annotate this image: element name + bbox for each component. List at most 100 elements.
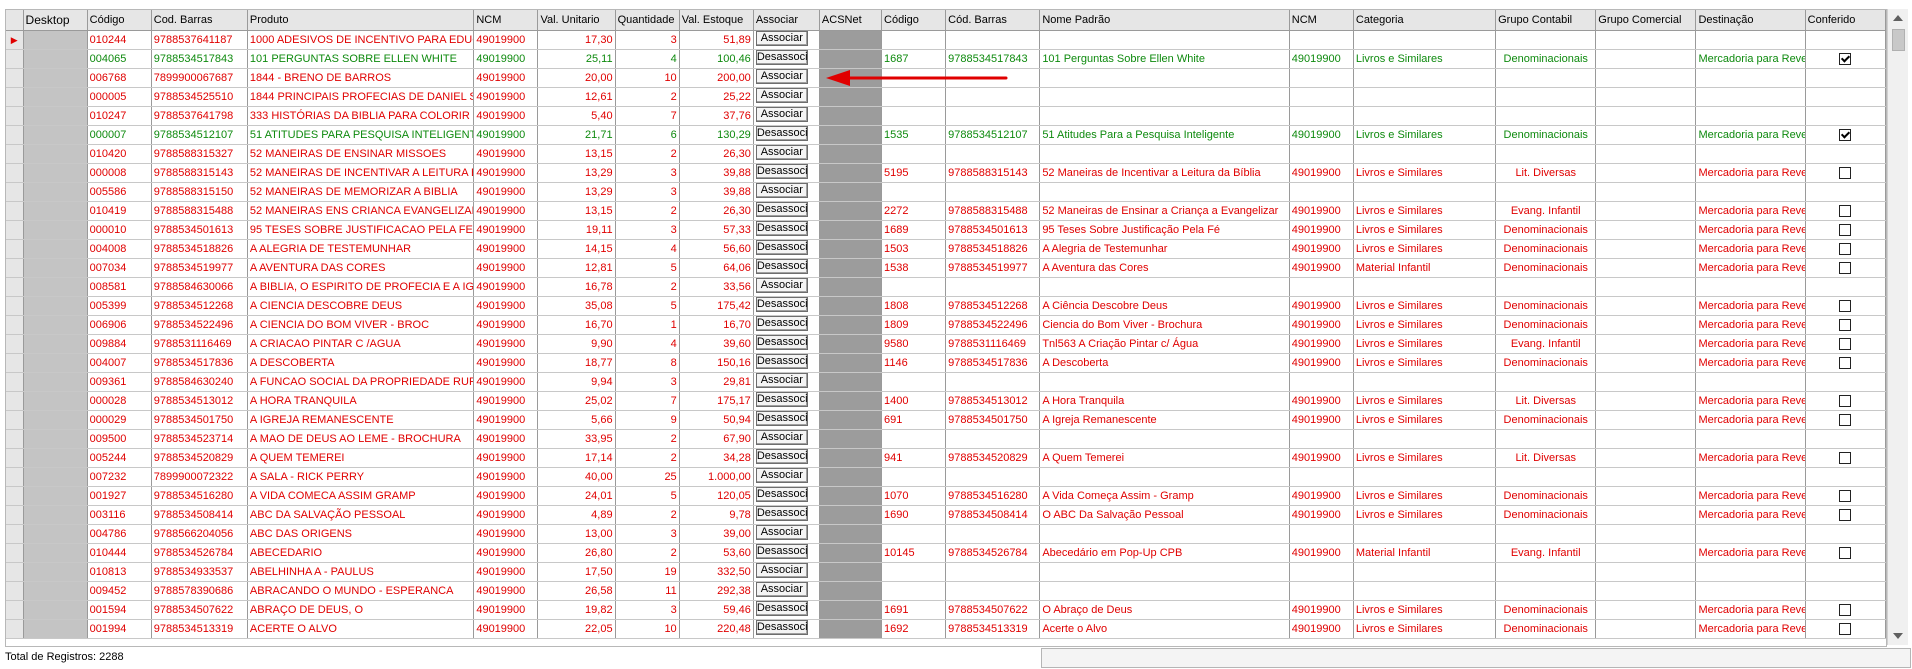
row-indicator[interactable] [6,543,24,563]
associar-button[interactable]: Associar [755,525,808,540]
col-header-categoria[interactable]: Categoria [1353,10,1497,31]
row-indicator[interactable] [6,334,24,354]
row-indicator[interactable] [6,182,24,202]
table-row[interactable]: 009452 9788578390686 ABRACANDO O MUNDO - E… [6,581,1886,601]
table-row[interactable]: 004065 9788534517843 101 PERGUNTAS SOBRE E… [6,49,1886,69]
row-indicator[interactable] [6,277,24,297]
products-grid[interactable]: Desktop Código Cod. Barras Produto NCM V… [5,9,1887,647]
col-header-conferido[interactable]: Conferido [1805,10,1886,31]
associar-button[interactable]: Associar [755,145,808,160]
table-row[interactable]: 010444 9788534526784 ABECEDARIO 49019900 26,… [6,543,1886,563]
row-indicator[interactable] [6,524,24,544]
row-indicator[interactable] [6,163,24,183]
table-row[interactable]: 001594 9788534507622 ABRAÇO DE DEUS, O 4901… [6,600,1886,620]
conferido-checkbox[interactable] [1839,623,1852,636]
table-row[interactable]: 010419 9788588315488 52 MANEIRAS ENS CRIAN… [6,201,1886,221]
table-row[interactable]: 009500 9788534523714 A MAO DE DEUS AO LEME… [6,429,1886,449]
table-row[interactable]: 005586 9788588315150 52 MANEIRAS DE MEMORI… [6,182,1886,202]
conferido-checkbox[interactable] [1839,53,1852,66]
conferido-checkbox[interactable] [1839,414,1852,427]
table-row[interactable]: 001994 9788534513319 ACERTE O ALVO 49019900… [6,619,1886,639]
table-row[interactable]: 000008 9788588315143 52 MANEIRAS DE INCENT… [6,163,1886,183]
table-row[interactable]: 009361 9788584630240 A FUNCAO SOCIAL DA PR… [6,372,1886,392]
col-header-produto[interactable]: Produto [247,10,475,31]
desassociar-button[interactable]: Desassociar [755,50,808,65]
col-header-associar[interactable]: Associar [753,10,820,31]
table-row[interactable]: 003116 9788534508414 ABC DA SALVAÇÃO PESSO… [6,505,1886,525]
conferido-checkbox[interactable] [1839,262,1852,275]
scrollbar-thumb[interactable] [1892,29,1905,51]
desassociar-button[interactable]: Desassociar [755,392,808,407]
desassociar-button[interactable]: Desassociar [755,297,808,312]
row-indicator[interactable] [6,315,24,335]
col-header-val-estoque[interactable]: Val. Estoque [679,10,754,31]
col-header-destinacao[interactable]: Destinação [1695,10,1806,31]
conferido-checkbox[interactable] [1839,395,1852,408]
row-indicator[interactable] [6,429,24,449]
desassociar-button[interactable]: Desassociar [755,202,808,217]
conferido-checkbox[interactable] [1839,300,1852,313]
associar-button[interactable]: Associar [755,69,808,84]
vertical-scrollbar[interactable] [1887,9,1908,645]
desassociar-button[interactable]: Desassociar [755,126,808,141]
row-indicator[interactable] [6,448,24,468]
row-indicator[interactable] [6,619,24,639]
desassociar-button[interactable]: Desassociar [755,316,808,331]
col-header-acsnet[interactable]: ACSNet [819,10,883,31]
associar-button[interactable]: Associar [755,582,808,597]
row-indicator[interactable] [6,505,24,525]
row-indicator[interactable] [6,486,24,506]
desassociar-button[interactable]: Desassociar [755,411,808,426]
col-header-codigo[interactable]: Código [87,10,152,31]
col-header-cod-barras[interactable]: Cod. Barras [151,10,248,31]
row-indicator[interactable] [6,87,24,107]
table-row[interactable]: 001927 9788534516280 A VIDA COMECA ASSIM G… [6,486,1886,506]
col-header-ncm-acsnet[interactable]: NCM [1289,10,1354,31]
desassociar-button[interactable]: Desassociar [755,164,808,179]
col-header-cod-barras-acsnet[interactable]: Cód. Barras [945,10,1041,31]
conferido-checkbox[interactable] [1839,357,1852,370]
row-indicator[interactable] [6,258,24,278]
table-row[interactable]: 000028 9788534513012 A HORA TRANQUILA 49019… [6,391,1886,411]
row-indicator[interactable]: ▶ [6,30,24,50]
row-indicator[interactable] [6,410,24,430]
conferido-checkbox[interactable] [1839,243,1852,256]
table-row[interactable]: 000007 9788534512107 51 ATITUDES PARA PESQ… [6,125,1886,145]
associar-button[interactable]: Associar [755,107,808,122]
desassociar-button[interactable]: Desassociar [755,487,808,502]
conferido-checkbox[interactable] [1839,509,1852,522]
desassociar-button[interactable]: Desassociar [755,221,808,236]
row-indicator[interactable] [6,296,24,316]
table-row[interactable]: 009884 9788531116469 A CRIACAO PINTAR C /A… [6,334,1886,354]
desassociar-button[interactable]: Desassociar [755,259,808,274]
table-row[interactable]: ▶ 010244 9788537641187 1000 ADESIVOS DE INC… [6,30,1886,50]
row-indicator[interactable] [6,220,24,240]
desassociar-button[interactable]: Desassociar [755,449,808,464]
row-indicator[interactable] [6,600,24,620]
desassociar-button[interactable]: Desassociar [755,601,808,616]
conferido-checkbox[interactable] [1839,319,1852,332]
row-indicator[interactable] [6,239,24,259]
associar-button[interactable]: Associar [755,430,808,445]
table-row[interactable]: 000010 9788534501613 95 TESES SOBRE JUSTIF… [6,220,1886,240]
scroll-down-arrow-icon[interactable] [1893,633,1903,639]
desassociar-button[interactable]: Desassociar [755,335,808,350]
conferido-checkbox[interactable] [1839,490,1852,503]
table-row[interactable]: 004007 9788534517836 A DESCOBERTA 49019900 1… [6,353,1886,373]
row-indicator[interactable] [6,581,24,601]
desassociar-button[interactable]: Desassociar [755,544,808,559]
associar-button[interactable]: Associar [755,278,808,293]
col-header-desktop[interactable]: Desktop [23,10,88,31]
table-row[interactable]: 005244 9788534520829 A QUEM TEMEREI 4901990… [6,448,1886,468]
row-indicator[interactable] [6,49,24,69]
row-indicator[interactable] [6,106,24,126]
table-row[interactable]: 005399 9788534512268 A CIENCIA DESCOBRE DE… [6,296,1886,316]
row-indicator[interactable] [6,353,24,373]
col-header-ncm[interactable]: NCM [473,10,539,31]
conferido-checkbox[interactable] [1839,205,1852,218]
row-indicator[interactable] [6,372,24,392]
col-header-codigo-acsnet[interactable]: Código [881,10,947,31]
associar-button[interactable]: Associar [755,31,808,46]
table-row[interactable]: 010247 9788537641798 333 HISTÓRIAS DA BIBL… [6,106,1886,126]
table-row[interactable]: 007232 7899900072322 A SALA - RICK PERRY 49… [6,467,1886,487]
